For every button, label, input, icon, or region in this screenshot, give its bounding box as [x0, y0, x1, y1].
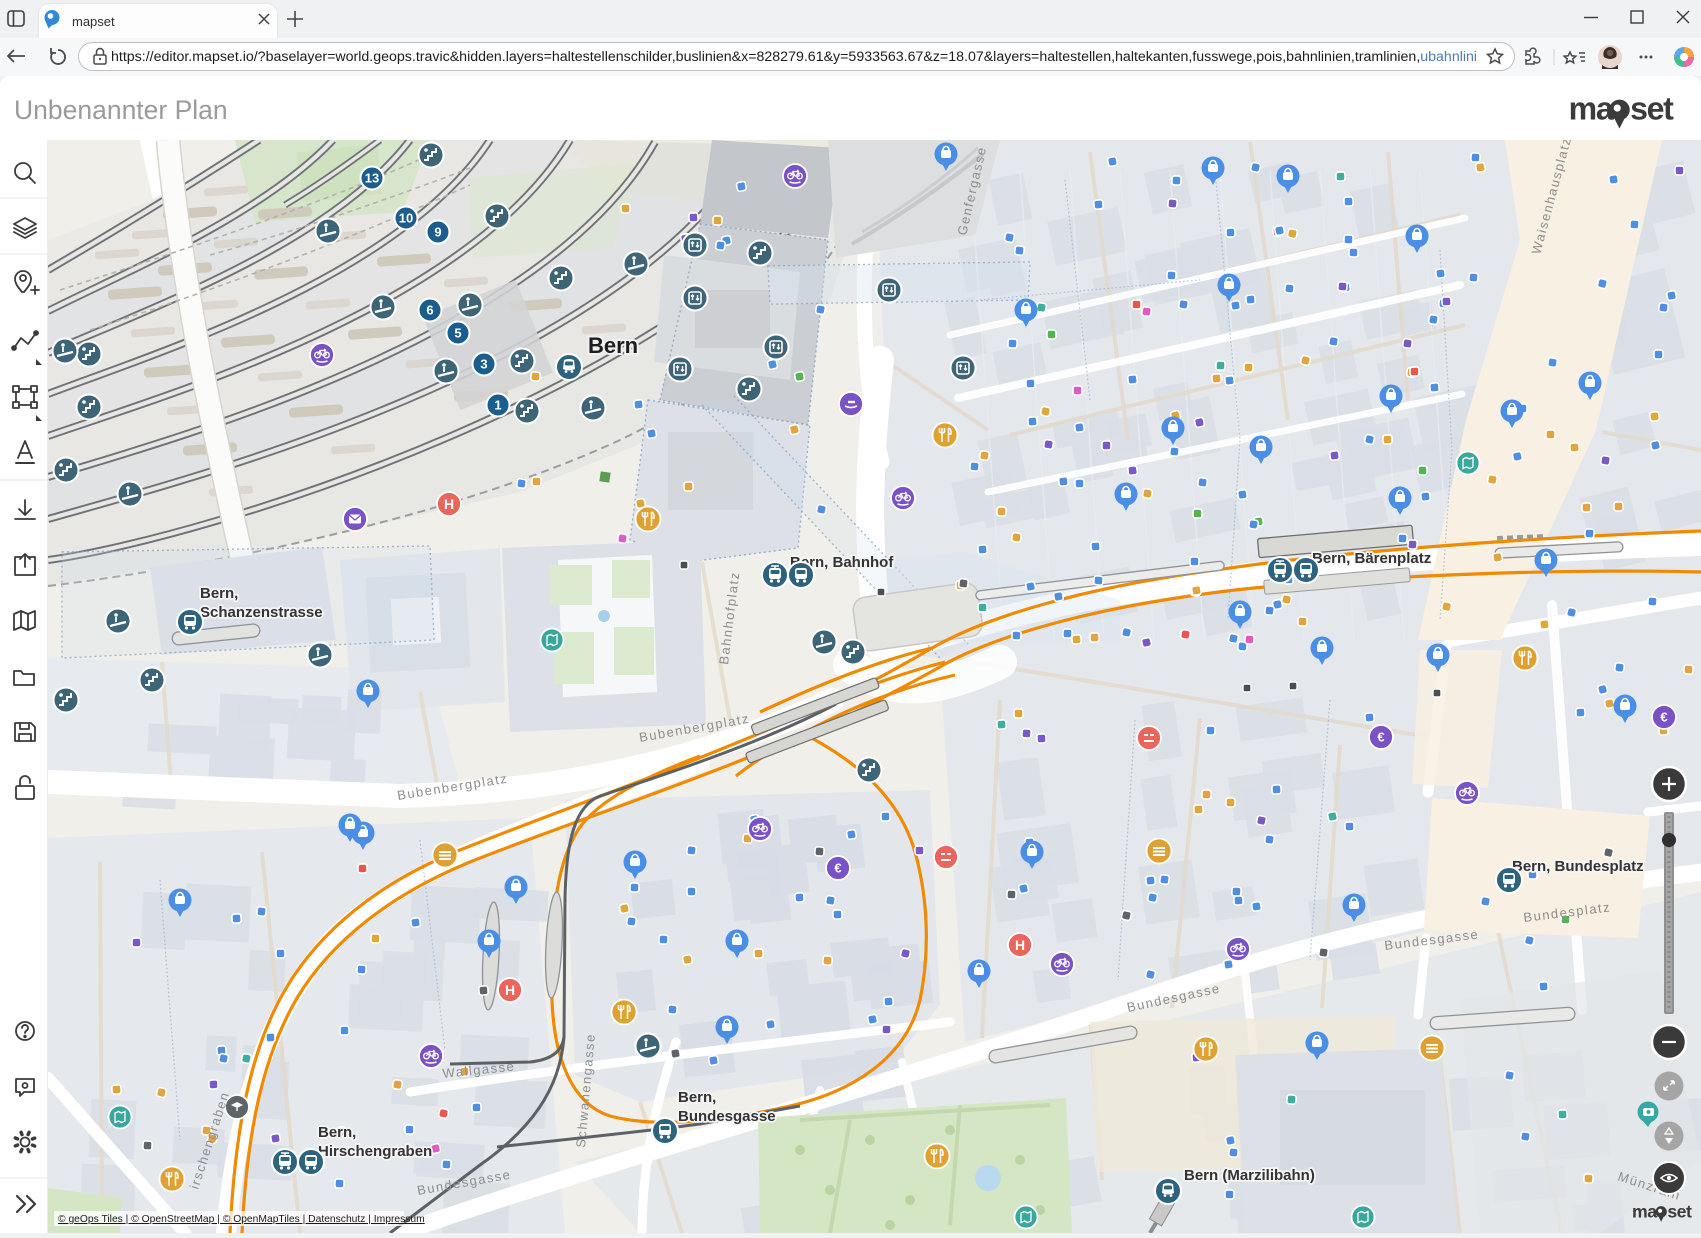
- svg-text:Bern, Bärenplatz: Bern, Bärenplatz: [1312, 550, 1431, 567]
- svg-text:© geOps Tiles | © OpenStreetMa: © geOps Tiles | © OpenStreetMap | © Open…: [58, 1214, 425, 1225]
- svg-text:Bern: Bern: [588, 333, 638, 358]
- svg-text:6: 6: [426, 303, 433, 318]
- svg-text:Bern,: Bern,: [318, 1124, 356, 1141]
- svg-text:Bern,: Bern,: [678, 1089, 716, 1106]
- svg-text:ma: ma: [1632, 1202, 1657, 1222]
- svg-text:Hirschengraben: Hirschengraben: [318, 1143, 432, 1160]
- svg-text:9: 9: [434, 225, 441, 240]
- svg-text:Bern (Marzilibahn): Bern (Marzilibahn): [1184, 1167, 1315, 1184]
- svg-text:mapset: mapset: [72, 14, 115, 29]
- svg-text:ma: ma: [1569, 92, 1615, 127]
- svg-text:Bern,: Bern,: [200, 585, 238, 602]
- svg-text:set: set: [1667, 1202, 1692, 1222]
- svg-text:10: 10: [399, 211, 413, 226]
- svg-text:set: set: [1630, 92, 1674, 127]
- svg-text:3: 3: [480, 357, 487, 372]
- svg-text:Schanzenstrasse: Schanzenstrasse: [200, 604, 323, 621]
- svg-text:13: 13: [365, 171, 379, 186]
- svg-text:Bern, Bundesplatz: Bern, Bundesplatz: [1512, 858, 1644, 875]
- svg-text:1: 1: [494, 398, 501, 413]
- svg-text:5: 5: [454, 326, 461, 341]
- svg-text:Bundesgasse: Bundesgasse: [678, 1108, 776, 1125]
